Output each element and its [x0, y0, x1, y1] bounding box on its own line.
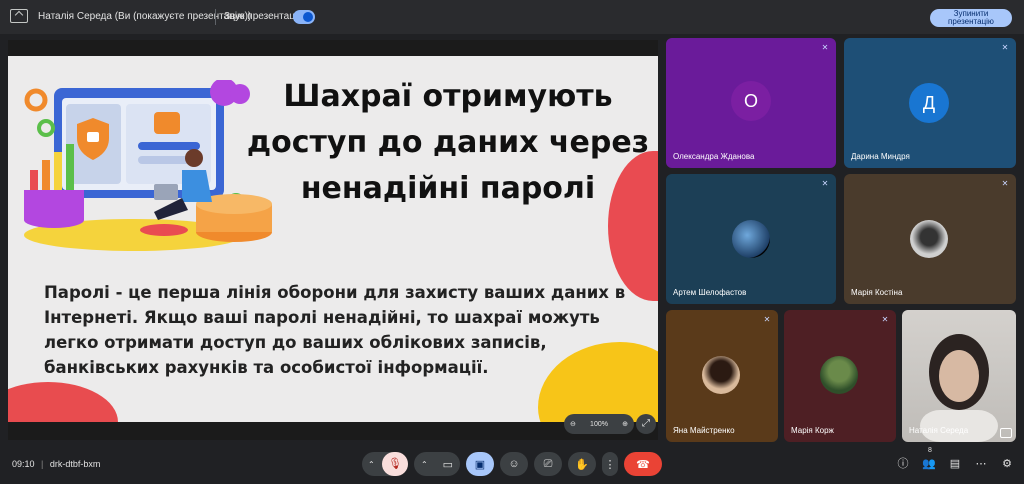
slide-body-line: Інтернеті. Якщо ваші паролі ненадійні, т…: [44, 308, 600, 327]
mic-options-chevron-icon[interactable]: ⌃: [368, 460, 375, 469]
participant-name: Марія Корж: [791, 426, 834, 435]
host-controls-icon[interactable]: ⚙: [1000, 457, 1014, 471]
mic-off-button[interactable]: 🎙: [382, 452, 408, 476]
slide-body-line: Паролі - це перша лінія оборони для захи…: [44, 283, 626, 302]
present-screen-icon: [10, 9, 28, 23]
meeting-info: 09:10 | drk-dtbf-bxm: [12, 459, 100, 469]
leave-call-button[interactable]: ☎: [624, 452, 662, 476]
presenter-status: Наталія Середа (Ви (покажуєте презентаці…: [38, 11, 252, 22]
mic-off-icon: ✕: [1001, 179, 1009, 188]
decor-blob-red-left: [8, 382, 118, 422]
presentation-sound-label: Звук презентації: [224, 11, 300, 22]
participant-name: Олександра Жданова: [673, 152, 755, 161]
participant-tile[interactable]: ✕ Артем Шелофастов: [666, 174, 836, 304]
people-icon[interactable]: 👥: [922, 457, 936, 471]
slide-body-text: Паролі - це перша лінія оборони для захи…: [44, 280, 644, 380]
participant-tile[interactable]: О ✕ Олександра Жданова: [666, 38, 836, 168]
reactions-button[interactable]: ☺: [500, 452, 528, 476]
presentation-stage: Шахраї отримують доступ до даних через н…: [8, 40, 658, 440]
slide-body-line: легко отримати доступ до ваших облікових…: [44, 333, 547, 352]
zoom-in-icon[interactable]: ⊕: [622, 420, 628, 428]
mic-off-icon: ✕: [821, 179, 829, 188]
avatar: [820, 356, 858, 394]
participant-tile-self[interactable]: Наталія Середа: [902, 310, 1016, 442]
slide-title: Шахраї отримують доступ до даних через н…: [238, 74, 658, 212]
avatar: О: [731, 81, 771, 121]
mic-off-icon: ✕: [821, 43, 829, 52]
zoom-out-icon[interactable]: ⊖: [570, 420, 576, 428]
slide-title-line: Шахраї отримують: [283, 79, 613, 114]
avatar: [910, 220, 948, 258]
stop-presenting-button[interactable]: Зупинити презентацію: [930, 9, 1012, 27]
stop-presenting-label-line2: презентацію: [948, 17, 994, 26]
participant-name: Яна Майстренко: [673, 426, 735, 435]
camera-button[interactable]: ▭: [443, 458, 453, 471]
slide-title-line: ненадійні паролі: [300, 171, 596, 206]
security-illustration: [24, 80, 272, 251]
fullscreen-icon[interactable]: ⤢: [636, 414, 656, 434]
participant-tile[interactable]: ✕ Марія Костіна: [844, 174, 1016, 304]
zoom-controls: ⊖ 100% ⊕: [564, 414, 634, 434]
mic-off-icon: ✕: [763, 315, 771, 324]
clock: 09:10: [12, 459, 35, 469]
slide-title-line: доступ до даних через: [246, 125, 650, 160]
participant-tile[interactable]: Д ✕ Дарина Миндря: [844, 38, 1016, 168]
avatar: [732, 220, 770, 258]
camera-options-chevron-icon[interactable]: ⌃: [421, 460, 428, 469]
mic-off-icon: ✕: [881, 315, 889, 324]
avatar: [702, 356, 740, 394]
presentation-bar: Наталія Середа (Ви (покажуєте презентаці…: [0, 0, 1024, 34]
presentation-slide: Шахраї отримують доступ до даних через н…: [8, 56, 658, 422]
camera-control-group: ⌃ ▭: [414, 452, 460, 476]
slide-body-line: банківських рахунків та особистої інформ…: [44, 358, 489, 377]
zoom-level: 100%: [590, 420, 608, 428]
present-button[interactable]: ▣: [466, 452, 494, 476]
people-count: 8: [928, 447, 932, 454]
avatar: Д: [909, 83, 949, 123]
self-view-icon[interactable]: [1000, 428, 1012, 438]
separator: |: [41, 459, 44, 469]
raise-hand-button[interactable]: ✋: [568, 452, 596, 476]
participant-tile[interactable]: ✕ Яна Майстренко: [666, 310, 778, 442]
meeting-details-icon[interactable]: ⓘ: [896, 457, 910, 471]
divider: [215, 9, 216, 25]
mic-control-group: ⌃ 🎙: [362, 452, 408, 476]
mic-off-icon: ✕: [1001, 43, 1009, 52]
meeting-code[interactable]: drk-dtbf-bxm: [50, 459, 101, 469]
presentation-sound-toggle[interactable]: [293, 10, 315, 24]
meet-window: Наталія Середа (Ви (покажуєте презентаці…: [0, 0, 1024, 484]
participant-name: Марія Костіна: [851, 288, 903, 297]
activities-icon[interactable]: ⋯: [974, 457, 988, 471]
participant-name: Артем Шелофастов: [673, 288, 747, 297]
more-options-button[interactable]: ⋮: [602, 452, 618, 476]
captions-button[interactable]: ⎚: [534, 452, 562, 476]
participant-name: Дарина Миндря: [851, 152, 910, 161]
self-video: [920, 334, 998, 442]
chat-icon[interactable]: ▤: [948, 457, 962, 471]
participant-tile[interactable]: ✕ Марія Корж: [784, 310, 896, 442]
participant-name: Наталія Середа: [909, 426, 969, 435]
